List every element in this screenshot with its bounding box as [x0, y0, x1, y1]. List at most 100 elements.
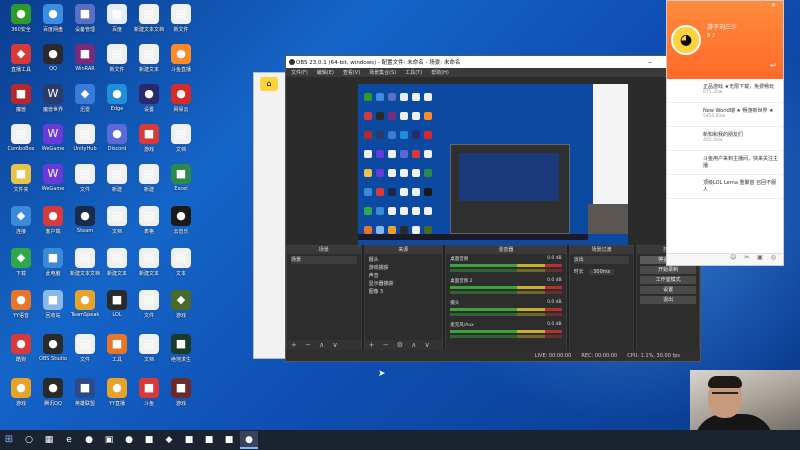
home-icon[interactable]: ⌂ — [260, 77, 278, 91]
taskbar-app-icon[interactable]: ▣ — [100, 431, 118, 449]
desktop-icon[interactable]: ■ 此电脑 — [36, 248, 70, 284]
mixer-channel[interactable]: 桌面音频 0.0 dB — [446, 254, 565, 276]
desktop-icon[interactable]: ■ 绝地求生 — [164, 334, 198, 370]
desktop-icon[interactable]: ▤ UnityHub — [68, 124, 102, 160]
desktop-icon[interactable]: ● Edge — [100, 84, 134, 120]
desktop-icon[interactable]: ■ 游戏 — [164, 378, 198, 414]
desktop-icon[interactable]: ▤ 文档 — [132, 334, 166, 370]
source-item[interactable]: 游戏捕获 — [369, 264, 439, 272]
source-item[interactable]: 摄头 — [369, 256, 439, 264]
desktop-icon[interactable]: ■ Excel — [164, 164, 198, 200]
desktop-icon[interactable]: ▤ 新文件 — [164, 4, 198, 40]
menu-help[interactable]: 帮助(H) — [431, 69, 449, 76]
desktop-icon[interactable]: ● 斗鱼直播 — [164, 44, 198, 80]
desktop-icon[interactable]: ▤ 新建 — [100, 164, 134, 200]
desktop-icon[interactable]: W WeGame — [36, 124, 70, 160]
menu-view[interactable]: 查看(V) — [343, 69, 360, 76]
desktop-icon[interactable]: ● OBS Studio — [36, 334, 70, 370]
minimize-button[interactable]: – — [640, 58, 660, 66]
desktop-icon[interactable]: ▤ ComboBox — [4, 124, 38, 160]
desktop-icon[interactable]: ▤ 新建文本 — [100, 248, 134, 284]
taskbar-app-icon[interactable]: ● — [80, 431, 98, 449]
desktop-icon[interactable]: ◆ 连接 — [4, 206, 38, 242]
desktop-icon[interactable]: ■ 百度 — [100, 4, 134, 40]
desktop-icon[interactable]: ■ 文件夹 — [4, 164, 38, 200]
exit-button[interactable]: 退出 — [640, 296, 696, 304]
source-item[interactable]: 显示器捕获 — [369, 280, 439, 288]
taskbar-app-icon[interactable]: ○ — [20, 431, 38, 449]
desktop-icon[interactable]: ● YY直播 — [100, 378, 134, 414]
taskbar-app-icon[interactable]: ■ — [220, 431, 238, 449]
scene-item[interactable]: 场景 — [291, 256, 357, 264]
duration-value[interactable]: 300ms — [589, 269, 615, 275]
source-item[interactable]: 图像 5 — [369, 288, 439, 296]
desktop-icon[interactable]: ◆ 下载 — [4, 248, 38, 284]
sources-toolbar[interactable]: + − ⚙ ∧ ∨ — [364, 340, 443, 350]
taskbar-app-icon[interactable]: ■ — [200, 431, 218, 449]
taskbar-app-icon[interactable]: e — [60, 431, 78, 449]
taskbar-app-icon[interactable]: ■ — [180, 431, 198, 449]
desktop-icon[interactable]: ● Steam — [68, 206, 102, 242]
douyu-toolbar[interactable]: ☺ ✂ ▣ ◎ — [667, 253, 783, 265]
taskbar-app-icon[interactable]: ■ — [140, 431, 158, 449]
desktop-icon[interactable]: ▤ 新文件 — [100, 44, 134, 80]
desktop-icon[interactable]: ● 百度网盘 — [36, 4, 70, 40]
desktop-icon[interactable]: ■ 回收站 — [36, 290, 70, 326]
desktop-icon[interactable]: ■ 斗鱼 — [132, 378, 166, 414]
desktop-icon[interactable]: ■ 魔兽 — [4, 84, 38, 120]
desktop-icon[interactable]: ● 酷狗 — [4, 334, 38, 370]
desktop-icon[interactable]: ■ 设备管理 — [68, 4, 102, 40]
desktop-icon[interactable]: ▤ 新建文本 — [132, 248, 166, 284]
desktop-icon[interactable]: ▤ 表格 — [132, 206, 166, 242]
desktop-icon[interactable]: ● Discord — [100, 124, 134, 160]
desktop-icon[interactable]: ■ LOL — [100, 290, 134, 326]
obs-window[interactable]: OBS 23.0.1 (64-bit, windows) - 配置文件: 未命名… — [285, 55, 701, 362]
desktop-icon[interactable]: ▤ 文档 — [100, 206, 134, 242]
avatar[interactable]: ◕ — [671, 25, 701, 55]
settings-button[interactable]: 设置 — [640, 286, 696, 294]
desktop-icon[interactable]: ▤ 新建文本文档 — [132, 4, 166, 40]
desktop-icon[interactable]: ● 360安全 — [4, 4, 38, 40]
sources-dock[interactable]: 来源 摄头 游戏捕获 声音 显示器捕获 图像 5 + − ⚙ ∧ ∨ — [363, 245, 444, 351]
desktop-icon[interactable]: ■ 英雄联盟 — [68, 378, 102, 414]
desktop-icon[interactable]: ◆ 游戏 — [164, 290, 198, 326]
mixer-channel[interactable]: 麦克风/Aux 0.0 dB — [446, 320, 565, 342]
source-item[interactable]: 声音 — [369, 272, 439, 280]
menu-tools[interactable]: 工具(T) — [405, 69, 422, 76]
desktop-icon[interactable]: ▤ 文件 — [132, 290, 166, 326]
menu-file[interactable]: 文件(F) — [291, 69, 308, 76]
desktop-icon[interactable]: ▤ 文本 — [164, 248, 198, 284]
mixer-channel[interactable]: 摄头 0.0 dB — [446, 298, 565, 320]
menu-scene-collection[interactable]: 场景集合(S) — [369, 69, 396, 76]
desktop-icon[interactable]: ■ WinRAR — [68, 44, 102, 80]
taskbar-app-icon[interactable]: ● — [240, 431, 258, 449]
desktop-icon[interactable]: W 魔兽世界 — [36, 84, 70, 120]
desktop-icon[interactable]: ▤ 文件 — [68, 334, 102, 370]
desktop-icon[interactable]: ● QQ — [36, 44, 70, 80]
scenes-toolbar[interactable]: + − ∧ ∨ — [287, 340, 361, 350]
desktop-icon[interactable]: ● YY语音 — [4, 290, 38, 326]
desktop-icon[interactable]: ● 网易云 — [164, 84, 198, 120]
studio-mode-button[interactable]: 工作室模式 — [640, 276, 696, 284]
taskbar-app-icon[interactable]: ◆ — [160, 431, 178, 449]
taskbar-app-icon[interactable]: ● — [120, 431, 138, 449]
desktop-icon[interactable]: ■ 游戏 — [132, 124, 166, 160]
desktop-icon[interactable]: ◆ 迅雷 — [68, 84, 102, 120]
transition-type-select[interactable]: 淡出 — [573, 256, 630, 264]
start-recording-button[interactable]: 开始录制 — [640, 266, 696, 274]
desktop-icon[interactable]: ▤ 新建文本 — [132, 44, 166, 80]
list-item[interactable]: New World瑞 ★ 畅游新世界 ★ 5455.83w — [667, 103, 783, 127]
obs-titlebar[interactable]: OBS 23.0.1 (64-bit, windows) - 配置文件: 未命名… — [286, 56, 700, 68]
transition-duration[interactable]: 时长 300ms — [574, 268, 630, 276]
douyu-panel[interactable]: – ✕ ◕ 游子刘三少 8 ♪ ↵ 正品游戏 ★无限下载，免费畅玩 675.35… — [666, 0, 784, 266]
desktop-icon[interactable]: ● 云音乐 — [164, 206, 198, 242]
transitions-dock[interactable]: 场景过渡 淡出 时长 300ms — [568, 245, 635, 351]
list-item[interactable]: 正品游戏 ★无限下载，免费畅玩 675.35w — [667, 79, 783, 103]
desktop-icon[interactable]: ▤ 新建 — [132, 164, 166, 200]
desktop-icon[interactable]: ▤ 文档 — [164, 124, 198, 160]
desktop-icon[interactable]: ▤ 文件 — [68, 164, 102, 200]
desktop-icon[interactable]: ● 客户端 — [36, 206, 70, 242]
scenes-dock[interactable]: 场景 场景 + − ∧ ∨ — [286, 245, 362, 351]
desktop-icon[interactable]: ● 腾讯QQ — [36, 378, 70, 414]
audio-mixer-dock[interactable]: 混音器 桌面音频 0.0 dB 桌面音频 2 0.0 dB 摄头 0.0 dB … — [445, 245, 567, 351]
